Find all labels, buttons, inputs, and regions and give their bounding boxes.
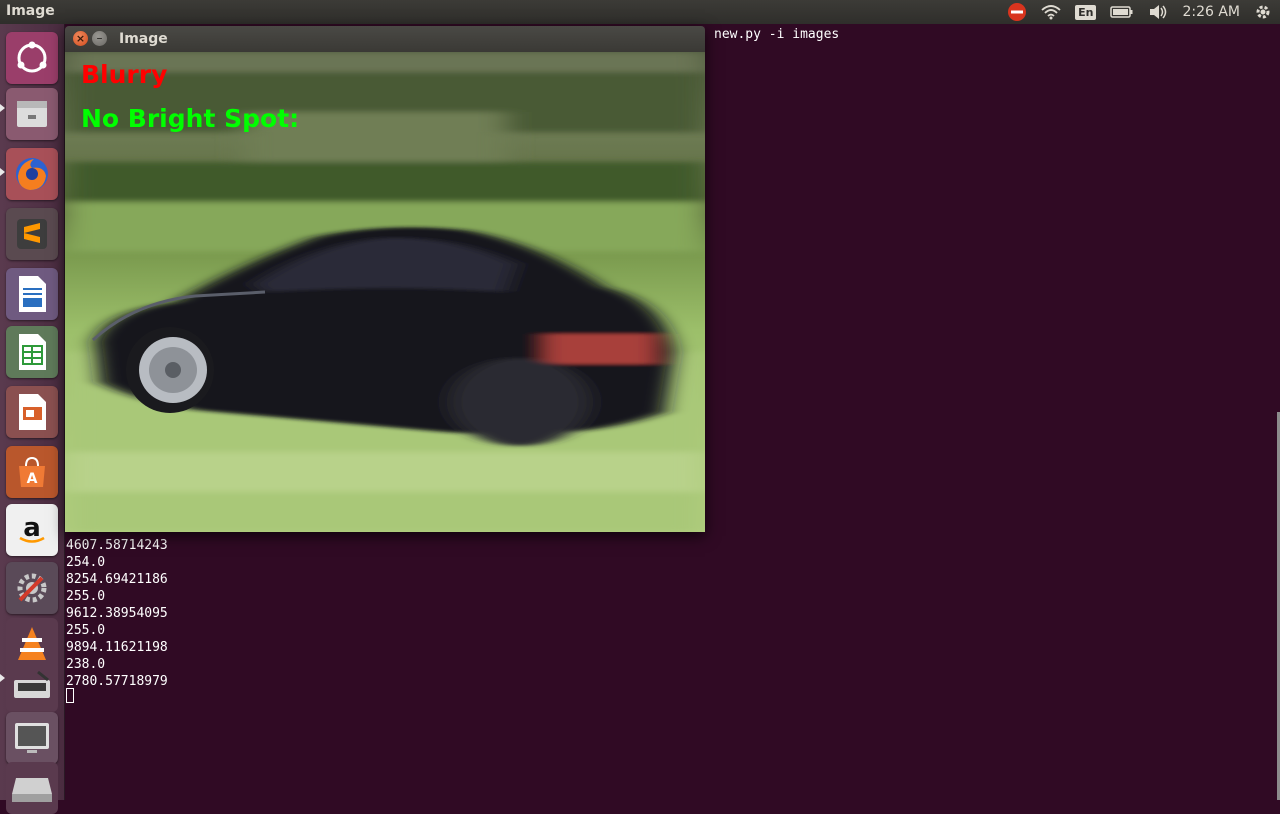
libreoffice-writer-icon[interactable] [6,268,58,320]
terminal-output-line: 4607.58714243 [66,538,168,553]
clock[interactable]: 2:26 AM [1182,0,1240,24]
minimize-button[interactable]: – [92,31,107,46]
volume-icon[interactable] [1148,0,1168,24]
settings-gear-icon[interactable] [1254,0,1272,24]
image-window-title: Image [119,31,168,47]
terminal-output-line: 255.0 [66,623,106,638]
top-panel: Image En 2:26 AM [0,0,1280,24]
ubuntu-software-icon[interactable]: A [6,446,58,498]
display-icon[interactable] [6,712,58,764]
do-not-disturb-icon[interactable] [1007,0,1027,24]
libreoffice-impress-icon[interactable] [6,386,58,438]
clock-label: 2:26 AM [1182,4,1240,20]
image-window[interactable]: × – Image Blurry No Bright Spot: [65,26,705,532]
terminal-output-line: 254.0 [66,555,106,570]
terminal-cursor[interactable] [66,688,74,703]
launcher: A a [0,24,65,814]
sublime-text-icon[interactable] [6,208,58,260]
keyboard-layout-label: En [1075,4,1097,20]
bright-spot-status-label: No Bright Spot: [81,104,300,133]
terminal-command-line: new.py -i images [714,27,840,42]
close-button[interactable]: × [73,31,88,46]
close-icon: × [75,32,86,45]
drive-icon[interactable] [6,762,58,814]
terminal-output-line: 2780.57718979 [66,674,168,689]
system-settings-icon[interactable] [6,562,58,614]
svg-text:a: a [23,513,41,543]
running-indicator [0,104,5,112]
active-app-title: Image [6,3,55,19]
terminal-output-line: 9894.11621198 [66,640,168,655]
scanner-icon[interactable] [6,660,58,712]
svg-text:A: A [27,471,38,487]
terminal-output-line: 8254.69421186 [66,572,168,587]
image-window-titlebar[interactable]: × – Image [65,26,705,52]
firefox-icon[interactable] [6,148,58,200]
blur-status-label: Blurry [81,60,168,89]
terminal-output-line: 255.0 [66,589,106,604]
wifi-icon[interactable] [1041,0,1061,24]
system-tray: En 2:26 AM [1007,0,1280,24]
running-indicator [0,674,5,682]
libreoffice-calc-icon[interactable] [6,326,58,378]
terminal-output-line: 9612.38954095 [66,606,168,621]
running-indicator [0,168,5,176]
battery-icon[interactable] [1110,0,1134,24]
image-canvas: Blurry No Bright Spot: [65,52,705,532]
minimize-icon: – [96,31,103,45]
files-icon[interactable] [6,88,58,140]
ubuntu-dash-icon[interactable] [6,32,58,84]
amazon-icon[interactable]: a [6,504,58,556]
keyboard-layout-icon[interactable]: En [1075,0,1097,24]
terminal-output-line: 238.0 [66,657,106,672]
